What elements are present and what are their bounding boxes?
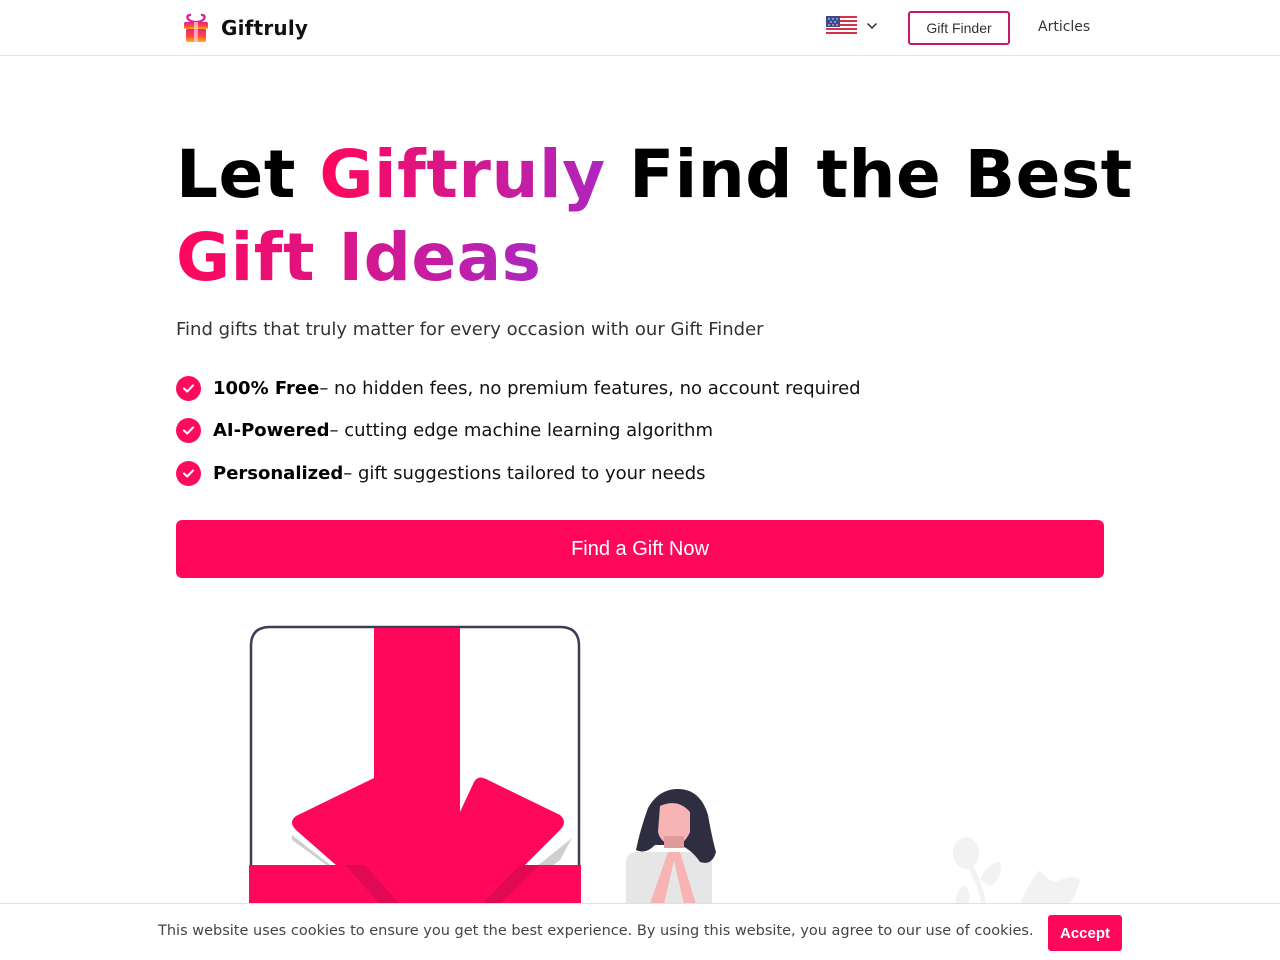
- accept-cookies-button[interactable]: Accept: [1048, 915, 1122, 951]
- gift-finder-nav-button[interactable]: Gift Finder: [908, 11, 1010, 45]
- find-gift-now-button[interactable]: Find a Gift Now: [176, 520, 1104, 578]
- us-flag-icon: [826, 16, 857, 36]
- woman-figure: [626, 788, 716, 904]
- hero-illustration: [0, 600, 1280, 904]
- chevron-down-icon: [867, 23, 877, 30]
- hero-title-highlight-brand: Giftruly: [319, 136, 606, 213]
- feature-description: – no hidden fees, no premium features, n…: [319, 377, 861, 399]
- check-circle-icon: [176, 460, 201, 486]
- hero-title: Let Giftruly Find the Best Gift Ideas: [176, 133, 1136, 299]
- articles-nav-link[interactable]: Articles: [1038, 19, 1090, 35]
- hero-subtitle: Find gifts that truly matter for every o…: [176, 319, 764, 340]
- hero-title-highlight-ideas: Gift Ideas: [176, 219, 542, 296]
- navbar: Giftruly Gift Finder Articles: [0, 0, 1280, 56]
- check-circle-icon: [176, 375, 201, 401]
- gift-download-illustration: [249, 625, 1080, 904]
- feature-list: 100% Free – no hidden fees, no premium f…: [176, 375, 861, 503]
- brand-logo-link[interactable]: Giftruly: [180, 12, 308, 44]
- feature-title: 100% Free: [213, 377, 320, 399]
- brand-name: Giftruly: [221, 16, 309, 40]
- gift-icon: [184, 13, 208, 42]
- feature-item: AI-Powered – cutting edge machine learni…: [176, 418, 861, 444]
- plant-decoration: [953, 837, 1080, 904]
- hero-title-part2: Find the Best: [605, 136, 1133, 213]
- feature-item: Personalized – gift suggestions tailored…: [176, 460, 861, 486]
- feature-description: – cutting edge machine learning algorith…: [329, 420, 713, 441]
- check-circle-icon: [176, 418, 201, 443]
- hero-title-part1: Let: [176, 136, 320, 213]
- feature-item: 100% Free – no hidden fees, no premium f…: [176, 375, 861, 401]
- language-selector[interactable]: [826, 14, 878, 38]
- feature-title: Personalized: [213, 462, 344, 484]
- cookie-message: This website uses cookies to ensure you …: [158, 923, 1034, 939]
- cookie-consent-bar: This website uses cookies to ensure you …: [0, 903, 1280, 960]
- feature-title: AI-Powered: [213, 420, 330, 441]
- feature-description: – gift suggestions tailored to your need…: [343, 462, 706, 484]
